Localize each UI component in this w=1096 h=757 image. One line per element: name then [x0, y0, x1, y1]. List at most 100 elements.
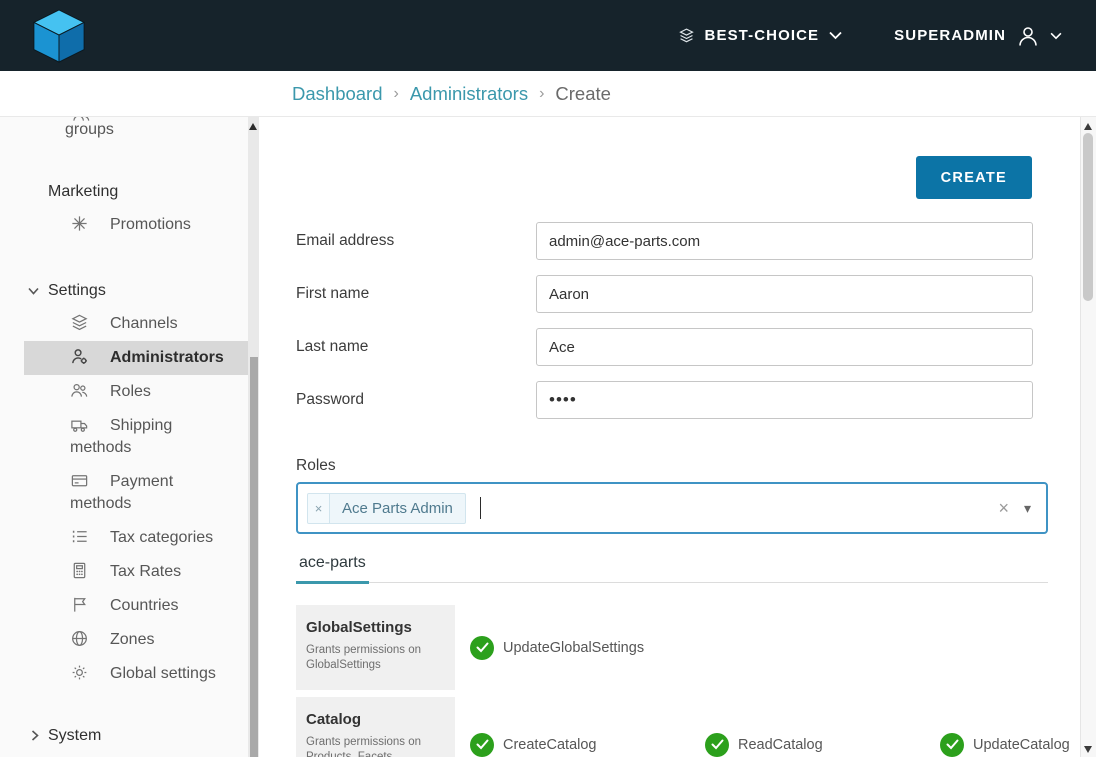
permission-label: UpdateGlobalSettings	[503, 640, 644, 656]
chevron-right-icon	[31, 730, 39, 741]
scroll-up-arrow[interactable]	[1084, 123, 1092, 130]
sidebar-item-payment-methods[interactable]: Payment methods	[24, 465, 248, 521]
permission-row-catalog: Catalog Grants permissions on Products, …	[296, 697, 1048, 757]
permission-toggle-updatecatalog[interactable]: UpdateCatalog	[940, 733, 1080, 757]
cube-logo-icon	[30, 8, 88, 64]
last-name-input[interactable]	[536, 328, 1033, 366]
scroll-up-arrow[interactable]	[249, 123, 257, 130]
app-logo[interactable]	[30, 8, 88, 64]
promotions-asterisk-icon	[70, 214, 89, 233]
sidebar-item-label: Channels	[110, 315, 178, 332]
permission-group-description: Grants permissions on Products, Facets	[306, 735, 443, 757]
check-icon	[940, 733, 964, 757]
user-gear-icon	[70, 347, 89, 366]
last-name-label: Last name	[296, 338, 536, 356]
permission-toggle-createcatalog[interactable]: CreateCatalog	[470, 733, 705, 757]
permission-toggle-readcatalog[interactable]: ReadCatalog	[705, 733, 940, 757]
password-input[interactable]	[536, 381, 1033, 419]
roles-block: Roles × Ace Parts Admin × ▾	[296, 457, 1048, 534]
clear-icon[interactable]: ×	[998, 499, 1009, 517]
sidebar-item-customer-groups[interactable]: groups	[0, 117, 248, 143]
permission-toggle-updateglobalsettings[interactable]: UpdateGlobalSettings	[470, 636, 705, 660]
user-menu[interactable]: SUPERADMIN	[894, 24, 1062, 48]
users-icon	[70, 381, 89, 400]
role-chip: × Ace Parts Admin	[307, 493, 466, 524]
scroll-down-arrow[interactable]	[1084, 746, 1092, 753]
flag-icon	[70, 595, 89, 614]
permission-group-name: GlobalSettings	[306, 619, 443, 636]
truck-icon	[70, 415, 89, 434]
breadcrumb-separator: ›	[539, 85, 544, 103]
check-icon	[470, 733, 494, 757]
select-controls: × ▾	[998, 499, 1031, 517]
globe-icon	[70, 629, 89, 648]
sidebar-item-administrators[interactable]: Administrators	[24, 341, 248, 375]
chevron-down-icon	[1050, 32, 1062, 40]
channel-tabs: ace-parts	[296, 554, 1048, 583]
breadcrumb-dashboard[interactable]: Dashboard	[292, 83, 383, 105]
breadcrumb-administrators[interactable]: Administrators	[410, 83, 528, 105]
sidebar-item-roles[interactable]: Roles	[24, 375, 248, 409]
form-row-email: Email address	[296, 222, 1033, 260]
sidebar-item-label: groups	[65, 121, 114, 139]
chip-remove-icon[interactable]: ×	[308, 494, 330, 523]
form-row-first-name: First name	[296, 275, 1033, 313]
check-icon	[470, 636, 494, 660]
email-input[interactable]	[536, 222, 1033, 260]
scrollbar-thumb[interactable]	[1083, 133, 1093, 301]
roles-select[interactable]: × Ace Parts Admin × ▾	[296, 482, 1048, 534]
permission-label: UpdateCatalog	[973, 737, 1070, 753]
sidebar-item-promotions[interactable]: Promotions	[24, 208, 248, 242]
sidebar-item-zones[interactable]: Zones	[24, 623, 248, 657]
main-scrollbar[interactable]	[1080, 117, 1096, 757]
chevron-down-icon[interactable]: ▾	[1024, 501, 1031, 515]
administrator-form: Email address First name Last name Passw…	[296, 222, 1033, 434]
permission-group-name: Catalog	[306, 711, 443, 728]
sidebar-item-label: Global settings	[110, 665, 216, 682]
layers-icon	[70, 313, 89, 332]
credit-card-icon	[70, 471, 89, 490]
channel-label: BEST-CHOICE	[705, 27, 820, 44]
role-chip-label: Ace Parts Admin	[330, 494, 465, 523]
first-name-label: First name	[296, 285, 536, 303]
topbar: BEST-CHOICE SUPERADMIN	[0, 0, 1096, 71]
breadcrumb-separator: ›	[394, 85, 399, 103]
sidebar-item-tax-categories[interactable]: Tax categories	[24, 521, 248, 555]
permissions-table: GlobalSettings Grants permissions on Glo…	[296, 605, 1048, 757]
section-system[interactable]: System	[0, 725, 248, 747]
permission-group-header: GlobalSettings Grants permissions on Glo…	[296, 605, 455, 690]
sidebar-item-global-settings[interactable]: Global settings	[24, 657, 248, 691]
sidebar-item-countries[interactable]: Countries	[24, 589, 248, 623]
section-title-label: System	[48, 727, 101, 744]
sidebar-item-label: Tax categories	[110, 529, 213, 546]
password-label: Password	[296, 391, 536, 409]
sidebar: groups Marketing Promotions Settings Cha…	[0, 117, 248, 757]
main-content: CREATE Email address First name Last nam…	[260, 117, 1080, 757]
sidebar-item-label: Promotions	[110, 216, 191, 233]
sidebar-item-tax-rates[interactable]: Tax Rates	[24, 555, 248, 589]
email-label: Email address	[296, 232, 536, 250]
chevron-down-icon	[28, 287, 39, 295]
form-row-password: Password	[296, 381, 1033, 419]
section-marketing[interactable]: Marketing	[0, 181, 248, 203]
sidebar-item-label: Zones	[110, 631, 154, 648]
first-name-input[interactable]	[536, 275, 1033, 313]
chevron-down-icon	[829, 31, 842, 40]
sidebar-item-label: Roles	[110, 383, 151, 400]
scrollbar-thumb[interactable]	[250, 357, 258, 757]
sidebar-item-channels[interactable]: Channels	[24, 307, 248, 341]
sidebar-item-shipping-methods[interactable]: Shipping methods	[24, 409, 248, 465]
tab-ace-parts[interactable]: ace-parts	[296, 554, 369, 584]
section-title-label: Marketing	[48, 183, 118, 200]
channel-switcher[interactable]: BEST-CHOICE	[678, 27, 843, 44]
permission-row-globalsettings: GlobalSettings Grants permissions on Glo…	[296, 605, 1048, 690]
sidebar-item-label: Countries	[110, 597, 178, 614]
breadcrumb-create: Create	[555, 83, 611, 105]
section-settings[interactable]: Settings	[0, 280, 248, 302]
permission-group-description: Grants permissions on GlobalSettings	[306, 643, 443, 673]
user-label: SUPERADMIN	[894, 27, 1006, 44]
create-button[interactable]: CREATE	[916, 156, 1032, 199]
form-row-last-name: Last name	[296, 328, 1033, 366]
sidebar-scrollbar[interactable]	[248, 117, 259, 757]
text-cursor	[480, 497, 481, 519]
